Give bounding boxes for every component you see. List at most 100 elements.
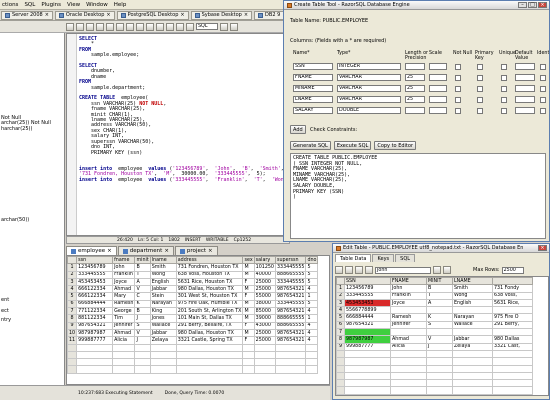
close-tab-icon[interactable]: × [244,12,248,18]
table-cell[interactable]: F [242,277,255,287]
table-cell[interactable]: 101 Main St, Dallas TX [175,314,244,323]
table-cell[interactable]: 888665555 [274,314,307,323]
table-cell[interactable]: T [426,291,453,300]
table-cell[interactable]: F [242,336,255,345]
close-icon[interactable]: × [538,245,547,251]
column-def-row[interactable]: MINAME VARCHAR 25 [287,85,549,95]
table-cell[interactable]: 987654321 [274,285,307,294]
table-cell[interactable]: 987654321 [76,321,114,330]
table-row[interactable]: 4 666122334 Ahmad V Jabbar 980 Dallas, Housto… [67,285,319,294]
generate-sql-button[interactable]: Generate SQL [290,141,331,150]
table-row[interactable]: 10 987987987 Ahmad V Jabbar 980 Dallas, Houst… [67,328,319,338]
table-cell[interactable]: 5 [305,270,319,279]
column-header[interactable]: lname [149,256,177,265]
table-cell[interactable]: T [134,270,151,279]
table-cell[interactable]: 453453453 [344,298,391,308]
column-scale-input[interactable] [429,63,447,70]
table-row[interactable]: 6 666884444 Ramesh K Narayan 975 Fire Oak, Hu… [67,299,319,309]
edit-table-tab[interactable]: Table Data [335,254,372,262]
table-cell[interactable]: 5 [305,299,319,309]
save-icon[interactable] [86,22,94,31]
table-cell[interactable] [426,306,453,315]
table-cell[interactable]: 987654321 [344,320,391,330]
connection-tab[interactable]: PostgreSQL Desktop × [116,10,189,20]
column-length-input[interactable] [405,63,425,70]
table-cell[interactable] [390,328,427,337]
generated-sql-area[interactable]: CREATE TABLE PUBLIC.EMPLOYEE( SSN INTEGE… [290,153,546,239]
table-cell[interactable]: 25000 [253,328,276,338]
minimize-icon[interactable]: – [518,2,527,8]
clear-icon[interactable] [443,266,451,274]
table-name-value[interactable]: PUBLIC.EMPLOYEE [323,18,369,24]
table-cell[interactable]: 987654321 [274,336,307,345]
column-flag-checkbox[interactable] [477,97,483,103]
column-flag-checkbox[interactable] [501,86,507,92]
menu-item-0[interactable]: ctions [2,2,18,8]
table-cell[interactable]: 987654321 [274,292,307,301]
table-cell[interactable]: 666884444 [76,299,114,309]
table-row[interactable]: 2 333445555 Franklin T Wong 638 Voss, Houston… [67,270,319,279]
table-row[interactable]: 3 453453453 Joyce A English 5631 Rice, Housto… [67,277,319,287]
table-cell[interactable]: King [149,307,177,316]
table-cell[interactable]: 5631 Rice, [492,298,533,308]
create-table-titlebar[interactable]: Create Table Tool - RazorSQL Database En… [284,1,549,10]
table-cell[interactable]: 3321 Cast, [492,342,533,351]
column-header[interactable]: fname [112,256,136,265]
column-name-input[interactable]: SALARY [293,107,333,114]
table-cell[interactable]: 85000 [253,307,276,316]
paste-icon[interactable] [116,22,124,31]
undo-icon[interactable] [126,22,134,31]
table-cell[interactable]: Jennifer [112,321,136,330]
column-type-select[interactable]: VARCHAR [337,85,401,92]
stop-icon[interactable] [166,22,174,31]
tree-node[interactable]: ntry [0,317,11,324]
table-cell[interactable]: Franklin [390,291,427,300]
table-cell[interactable]: 731 Fondy [492,284,533,293]
table-cell[interactable]: 301 West St, Houston TX [175,292,244,301]
table-cell[interactable]: 666122334 [76,292,114,301]
table-cell[interactable]: 987987987 [76,328,114,338]
table-cell[interactable]: 4 [305,336,319,345]
column-header[interactable] [492,277,533,286]
result-tab[interactable]: project × [174,246,218,255]
table-cell[interactable]: M [242,270,255,279]
copy-icon[interactable] [106,22,114,31]
refresh-icon[interactable] [355,266,363,274]
table-cell[interactable]: Wong [149,270,177,279]
table-cell[interactable]: V [134,285,151,294]
connection-tab[interactable]: Sybase Desktop × [190,10,253,20]
table-cell[interactable]: 999887777 [344,342,391,351]
edit-table-tab[interactable]: SQL [395,254,416,262]
table-cell[interactable]: 123456789 [344,284,391,293]
add-row-icon[interactable] [335,266,343,274]
table-cell[interactable]: 999887777 [76,336,114,345]
table-cell[interactable] [426,328,453,337]
column-header[interactable]: SSN [344,277,391,286]
help-icon[interactable] [230,22,238,31]
column-flag-checkbox[interactable] [501,64,507,70]
table-cell[interactable]: Wallace [149,321,177,330]
menu-item-2[interactable]: Plugins [41,2,61,8]
table-row[interactable]: 2 333445555 Franklin T Wong 638 Voss, [336,291,533,300]
filter-icon[interactable] [365,266,373,274]
table-cell[interactable]: B [134,263,151,272]
table-cell[interactable]: George [112,307,136,316]
table-cell[interactable] [344,328,391,337]
table-cell[interactable]: 1 [305,292,319,301]
table-cell[interactable]: M [242,299,255,309]
default-value-input[interactable] [515,107,535,114]
table-cell[interactable]: Zelaya [452,342,493,351]
open-file-icon[interactable] [76,22,84,31]
identity-checkbox[interactable] [540,86,546,92]
close-tab-icon[interactable]: × [164,248,169,254]
column-header[interactable]: minit [134,256,151,265]
table-cell[interactable]: 888665555 [274,270,307,279]
table-cell[interactable]: 291 Berry, Bellaire, TX [175,321,244,330]
close-tab-icon[interactable]: × [106,12,110,18]
default-value-input[interactable] [515,85,535,92]
table-cell[interactable]: Jabbar [149,328,177,338]
table-cell[interactable]: V [426,335,453,344]
table-cell[interactable]: Narayan [452,313,493,322]
table-cell[interactable]: Ramesh [390,313,427,322]
table-row[interactable]: 8 881122334 Tim J Jones 101 Main St, Dallas T… [67,314,319,323]
